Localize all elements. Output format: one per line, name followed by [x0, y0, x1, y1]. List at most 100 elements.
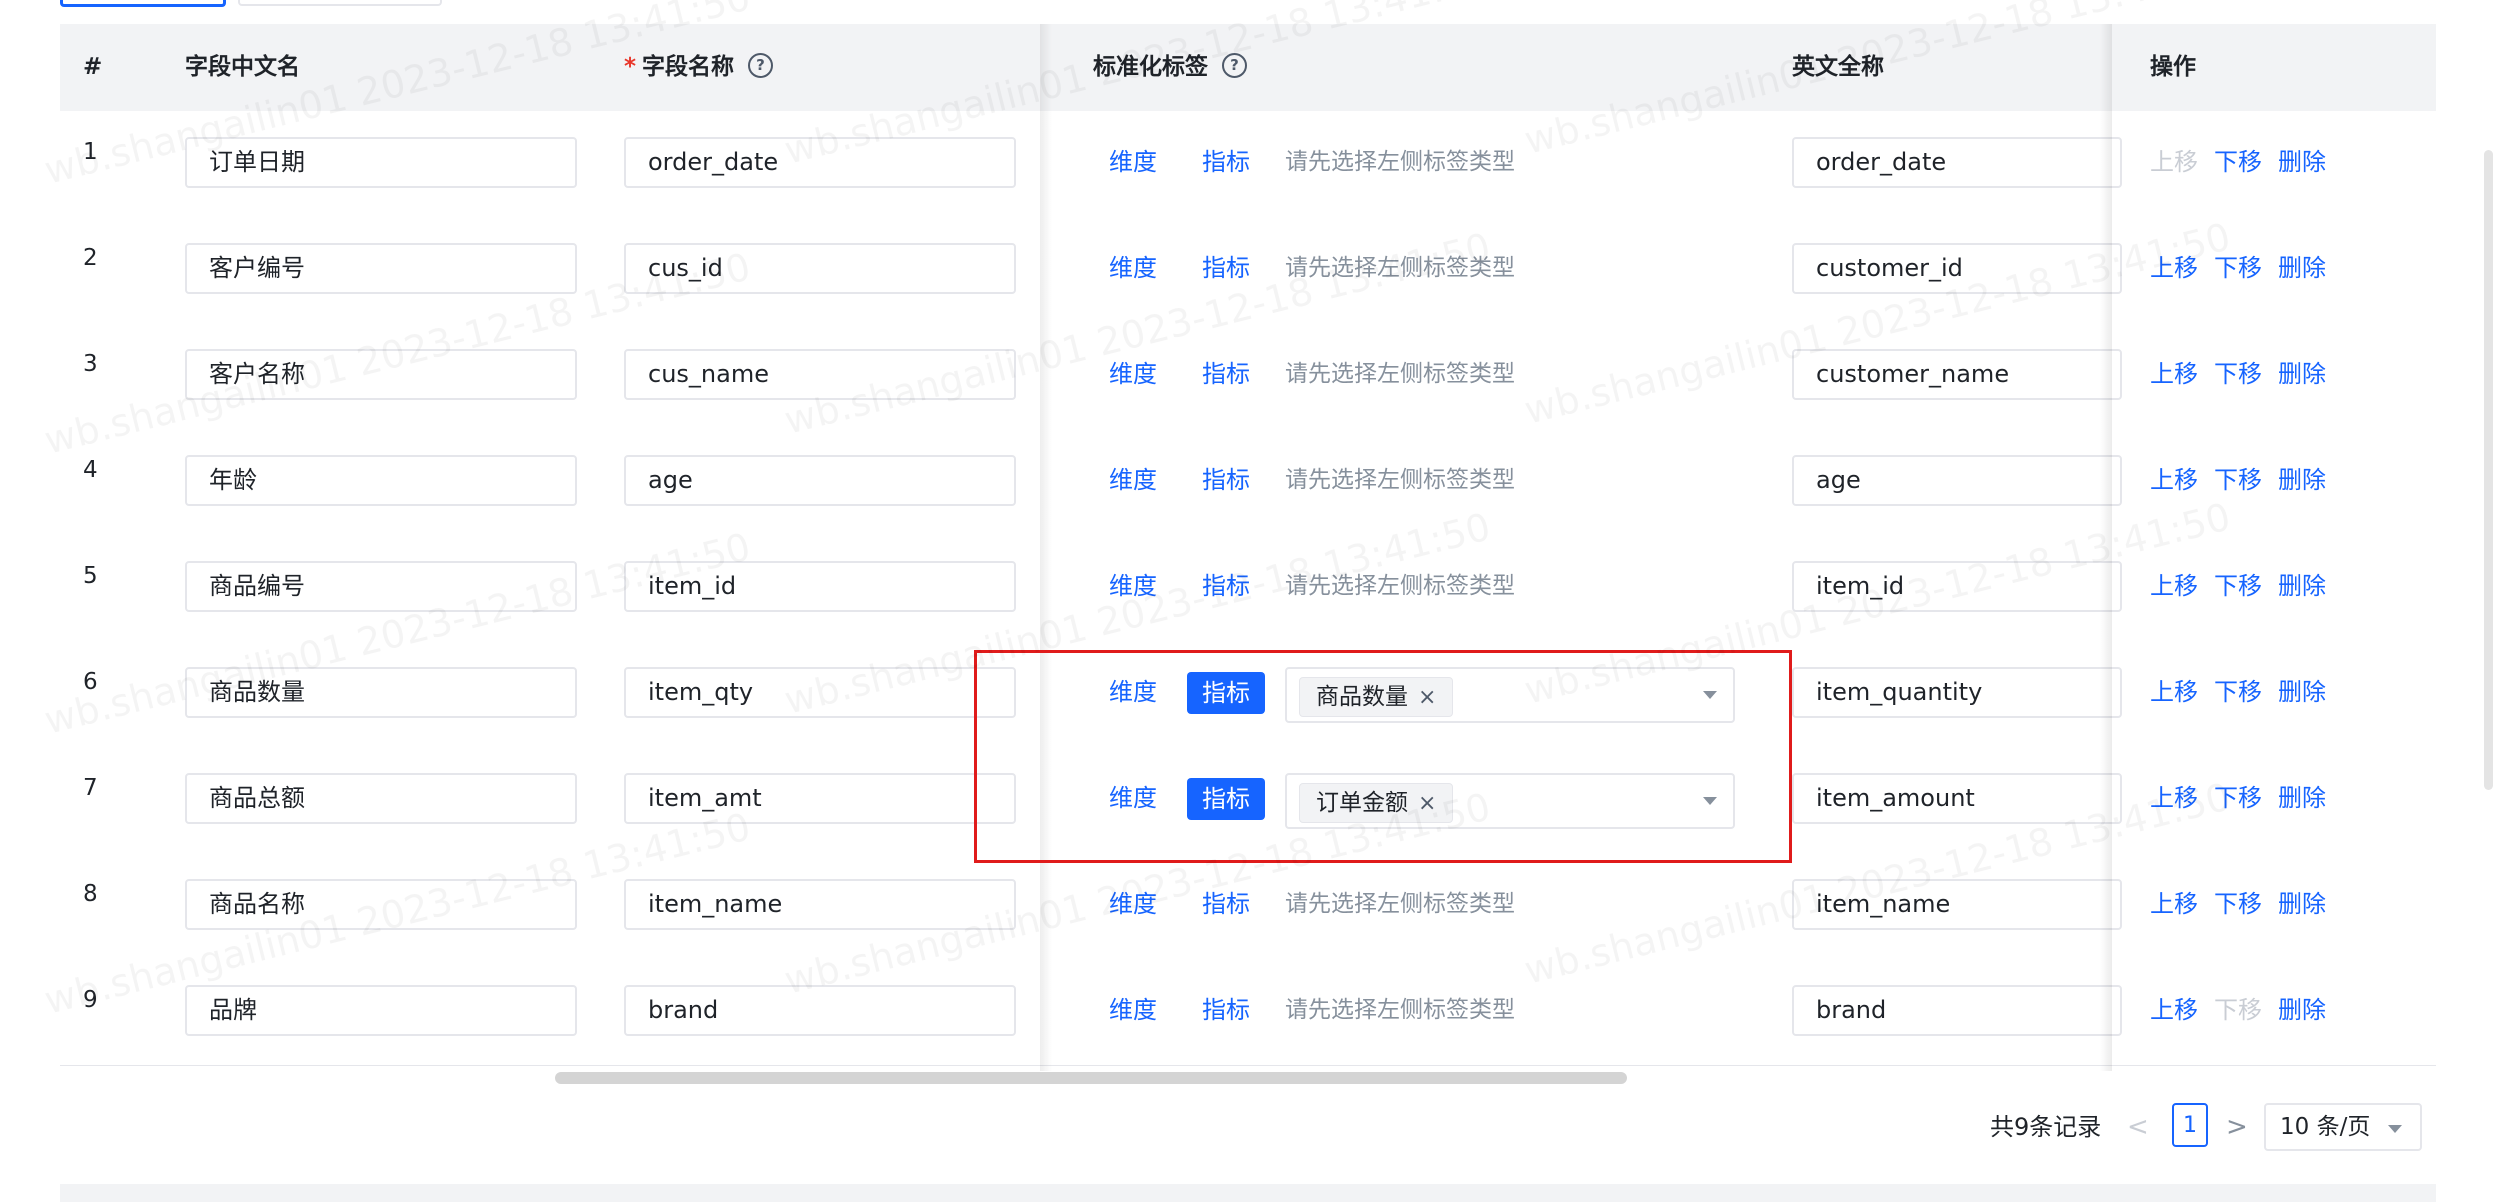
cn-name-input[interactable]: 客户名称: [185, 349, 577, 400]
row-index: 6: [83, 669, 98, 695]
en-name-input[interactable]: customer_name: [1792, 349, 2122, 400]
dimension-button[interactable]: 维度: [1109, 561, 1157, 612]
row-index: 8: [83, 881, 98, 907]
col-en-full-header: 英文全称: [1792, 54, 1884, 80]
metric-button[interactable]: 指标: [1202, 879, 1250, 930]
row-index: 1: [83, 139, 98, 165]
pagination-prev-button[interactable]: <: [2127, 1103, 2149, 1151]
table-row: 2 客户编号 cus_id 维度 指标 请先选择左侧标签类型 customer_id 上移 下移…: [60, 217, 2436, 324]
delete-button[interactable]: 删除: [2278, 137, 2326, 188]
field-name-input[interactable]: cus_id: [624, 243, 1016, 294]
dimension-button[interactable]: 维度: [1109, 137, 1157, 188]
col-std-tag-label: 标准化标签: [1093, 54, 1208, 80]
horizontal-scrollbar[interactable]: [555, 1072, 1627, 1084]
en-name-input[interactable]: item_id: [1792, 561, 2122, 612]
dimension-button[interactable]: 维度: [1109, 879, 1157, 930]
table-row: 8 商品名称 item_name 维度 指标 请先选择左侧标签类型 item_name 上移下…: [60, 853, 2436, 960]
field-name-input[interactable]: cus_name: [624, 349, 1016, 400]
en-name-input[interactable]: item_name: [1792, 879, 2122, 930]
field-name-input[interactable]: brand: [624, 985, 1016, 1036]
tag-placeholder: 请先选择左侧标签类型: [1285, 891, 1515, 917]
dimension-button[interactable]: 维度: [1109, 243, 1157, 294]
move-down-button[interactable]: 下移: [2214, 773, 2262, 824]
cn-name-input[interactable]: 订单日期: [185, 137, 577, 188]
field-name-input[interactable]: item_qty: [624, 667, 1016, 718]
metric-button[interactable]: 指标: [1202, 985, 1250, 1036]
metric-button[interactable]: 指标: [1202, 349, 1250, 400]
move-down-button[interactable]: 下移: [2214, 561, 2262, 612]
col-std-tag-header: 标准化标签?: [1093, 24, 1247, 111]
move-down-button[interactable]: 下移: [2214, 243, 2262, 294]
delete-button[interactable]: 删除: [2278, 879, 2326, 930]
col-index-header: #: [83, 54, 103, 80]
move-up-button[interactable]: 上移: [2150, 561, 2198, 612]
cn-name-input[interactable]: 商品名称: [185, 879, 577, 930]
delete-button[interactable]: 删除: [2278, 773, 2326, 824]
help-icon[interactable]: ?: [1222, 53, 1247, 78]
delete-button[interactable]: 删除: [2278, 985, 2326, 1036]
tag-placeholder: 请先选择左侧标签类型: [1285, 467, 1515, 493]
fixed-column-shadow-left: [1040, 24, 1052, 1071]
metric-button[interactable]: 指标: [1202, 243, 1250, 294]
en-name-input[interactable]: brand: [1792, 985, 2122, 1036]
delete-button[interactable]: 删除: [2278, 667, 2326, 718]
move-down-button[interactable]: 下移: [2214, 137, 2262, 188]
next-section-header: [60, 1184, 2436, 1202]
cn-name-input[interactable]: 商品数量: [185, 667, 577, 718]
row-index: 3: [83, 351, 98, 377]
cn-name-input[interactable]: 年龄: [185, 455, 577, 506]
delete-button[interactable]: 删除: [2278, 561, 2326, 612]
move-up-button[interactable]: 上移: [2150, 667, 2198, 718]
metric-button[interactable]: 指标: [1202, 455, 1250, 506]
en-name-input[interactable]: item_amount: [1792, 773, 2122, 824]
field-name-input[interactable]: item_id: [624, 561, 1016, 612]
dimension-button[interactable]: 维度: [1109, 985, 1157, 1036]
cn-name-input[interactable]: 商品总额: [185, 773, 577, 824]
table-header: # 字段中文名 * 字段名称? 标准化标签? 英文全称 操作: [60, 24, 2436, 111]
en-name-input[interactable]: customer_id: [1792, 243, 2122, 294]
en-name-input[interactable]: order_date: [1792, 137, 2122, 188]
move-down-button[interactable]: 下移: [2214, 667, 2262, 718]
top-tab-active-edge[interactable]: [60, 0, 226, 7]
en-name-input[interactable]: item_quantity: [1792, 667, 2122, 718]
pagination-total: 共9条记录: [1990, 1113, 2102, 1141]
top-tab-edge[interactable]: [238, 0, 442, 6]
dimension-button[interactable]: 维度: [1109, 455, 1157, 506]
delete-button[interactable]: 删除: [2278, 349, 2326, 400]
col-field-name-label: 字段名称: [642, 54, 735, 80]
move-down-button[interactable]: 下移: [2214, 349, 2262, 400]
delete-button[interactable]: 删除: [2278, 243, 2326, 294]
fixed-column-shadow-right: [2100, 24, 2112, 1071]
metric-button[interactable]: 指标: [1202, 137, 1250, 188]
cn-name-input[interactable]: 商品编号: [185, 561, 577, 612]
field-name-input[interactable]: item_name: [624, 879, 1016, 930]
cn-name-input[interactable]: 品牌: [185, 985, 577, 1036]
field-name-input[interactable]: order_date: [624, 137, 1016, 188]
move-up-button[interactable]: 上移: [2150, 349, 2198, 400]
delete-button[interactable]: 删除: [2278, 455, 2326, 506]
move-up-button[interactable]: 上移: [2150, 455, 2198, 506]
move-down-button: 下移: [2214, 996, 2262, 1024]
move-up-button[interactable]: 上移: [2150, 879, 2198, 930]
move-down-button[interactable]: 下移: [2214, 879, 2262, 930]
pagination-current-page[interactable]: 1: [2172, 1103, 2208, 1147]
metric-button[interactable]: 指标: [1202, 561, 1250, 612]
highlight-box: [974, 650, 1792, 863]
dimension-button[interactable]: 维度: [1109, 349, 1157, 400]
vertical-scrollbar[interactable]: [2484, 150, 2493, 790]
row-index: 7: [83, 775, 98, 801]
help-icon[interactable]: ?: [748, 53, 774, 78]
pagination-next-button[interactable]: >: [2226, 1103, 2248, 1151]
field-name-input[interactable]: item_amt: [624, 773, 1016, 824]
move-up-button[interactable]: 上移: [2150, 243, 2198, 294]
move-up-button[interactable]: 上移: [2150, 985, 2198, 1036]
row-index: 4: [83, 457, 98, 483]
field-name-input[interactable]: age: [624, 455, 1016, 506]
tag-placeholder: 请先选择左侧标签类型: [1285, 573, 1515, 599]
en-name-input[interactable]: age: [1792, 455, 2122, 506]
page-size-select[interactable]: 10 条/页: [2264, 1103, 2422, 1151]
move-up-button[interactable]: 上移: [2150, 773, 2198, 824]
cn-name-input[interactable]: 客户编号: [185, 243, 577, 294]
tag-placeholder: 请先选择左侧标签类型: [1285, 361, 1515, 387]
move-down-button[interactable]: 下移: [2214, 455, 2262, 506]
